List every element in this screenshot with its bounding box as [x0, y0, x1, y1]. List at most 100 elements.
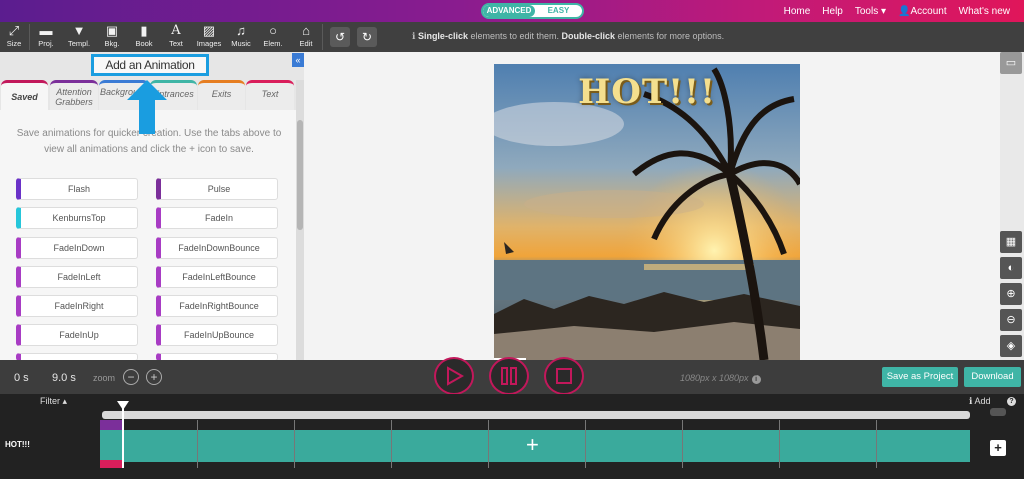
nav-tools[interactable]: Tools ▾: [855, 6, 886, 17]
timeline-tick: [779, 420, 780, 468]
animation-fadeindownbounce[interactable]: FadeInDownBounce: [156, 237, 278, 259]
play-icon: [447, 366, 465, 386]
add-animation-plus-icon[interactable]: +: [526, 433, 539, 457]
animation-pulse[interactable]: Pulse: [156, 178, 278, 200]
tool-elements[interactable]: ○ Elem.: [259, 22, 287, 52]
nav-home[interactable]: Home: [784, 6, 811, 17]
cube-icon: ◈: [1006, 340, 1016, 352]
tool-images[interactable]: ▨ Images: [194, 22, 224, 52]
redo-icon: ↻: [361, 30, 373, 44]
scrollbar-thumb[interactable]: [297, 120, 303, 230]
timeline-tick: [391, 420, 392, 468]
tool-book[interactable]: ▮ Book: [131, 22, 157, 52]
minus-icon: −: [127, 370, 135, 384]
play-button[interactable]: [434, 357, 474, 395]
tool-music[interactable]: ♫ Music: [228, 22, 254, 52]
redo-button[interactable]: ↻: [357, 27, 377, 47]
tab-saved[interactable]: Saved: [1, 80, 48, 110]
tool-text[interactable]: A Text: [163, 22, 189, 52]
tool-size[interactable]: ⤢ Size: [2, 22, 26, 52]
current-time: 0 s: [14, 372, 29, 384]
comment-button[interactable]: ▭: [1000, 52, 1022, 74]
exit-marker[interactable]: [100, 460, 122, 468]
pause-button[interactable]: [489, 357, 529, 395]
nav-account[interactable]: 👤Account: [898, 6, 947, 17]
divider: [322, 24, 323, 50]
scroll-handle[interactable]: [990, 408, 1006, 416]
music-icon: ♫: [236, 23, 246, 38]
animation-fadeinup[interactable]: FadeInUp: [16, 324, 138, 346]
animation-fadeinleftbounce[interactable]: FadeInLeftBounce: [156, 266, 278, 288]
info-icon[interactable]: i: [751, 375, 761, 384]
zoom-in-icon: ⊕: [1006, 288, 1016, 300]
zoom-in-button[interactable]: ⊕: [1000, 283, 1022, 305]
animation-fadeinrightbounce[interactable]: FadeInRightBounce: [156, 295, 278, 317]
timeline-tick: [682, 420, 683, 468]
plus-icon: +: [150, 370, 158, 384]
background-icon: ▣: [105, 23, 119, 38]
canvas-image[interactable]: HOT!!!: [494, 64, 800, 360]
zoom-label: zoom: [93, 373, 116, 383]
grid-icon: ▦: [1005, 236, 1017, 248]
tool-templates[interactable]: ▼ Templ.: [63, 22, 95, 52]
top-bar: ADVANCED EASY Home Help Tools ▾ 👤Account…: [0, 0, 1024, 22]
tool-background[interactable]: ▣ Bkg.: [97, 22, 127, 52]
grid-button[interactable]: ▦: [1000, 231, 1022, 253]
save-as-project-button[interactable]: Save as Project: [882, 367, 958, 387]
entrance-marker[interactable]: [100, 420, 122, 430]
eye-slash-icon: ◐: [1007, 262, 1015, 274]
timeline-tick: [585, 420, 586, 468]
animation-fadein[interactable]: FadeIn: [156, 207, 278, 229]
cube-button[interactable]: ◈: [1000, 335, 1022, 357]
tool-edit[interactable]: ⌂ Edit: [293, 22, 319, 52]
add-layer-label[interactable]: ℹ Add: [969, 396, 990, 407]
editing-hint: ℹ Single-click elements to edit them. Do…: [412, 31, 725, 41]
nav-whats-new[interactable]: What's new: [959, 6, 1010, 17]
panel-scrollbar[interactable]: [296, 80, 304, 360]
tab-text[interactable]: Text: [246, 80, 294, 110]
tab-exits[interactable]: Exits: [198, 80, 245, 110]
zoom-out-icon: ⊖: [1006, 314, 1016, 326]
collapse-panel-button[interactable]: «: [292, 53, 304, 67]
tool-project[interactable]: ▬ Proj.: [33, 22, 59, 52]
user-icon: 👤: [898, 5, 911, 17]
paint-roller-icon: ⌂: [302, 23, 310, 38]
animation-fadeindown[interactable]: FadeInDown: [16, 237, 138, 259]
circle-icon: ○: [269, 23, 277, 38]
filter-toggle[interactable]: Filter ▴: [40, 396, 67, 407]
mode-toggle[interactable]: ADVANCED EASY: [481, 3, 584, 19]
mode-advanced[interactable]: ADVANCED: [483, 5, 535, 17]
add-animation-callout: Add an Animation: [91, 54, 209, 76]
zoom-out-button[interactable]: ⊖: [1000, 309, 1022, 331]
bookmark-icon: ▼: [72, 23, 86, 38]
comment-icon: ▭: [1005, 57, 1017, 69]
layer-name: HOT!!!: [5, 440, 30, 449]
canvas-title-text[interactable]: HOT!!!: [494, 72, 800, 112]
undo-icon: ↺: [334, 30, 346, 44]
tab-attention-grabbers[interactable]: Attention Grabbers: [50, 80, 98, 110]
timeline-tick: [197, 420, 198, 468]
playhead-line: [122, 408, 124, 468]
mode-easy[interactable]: EASY: [535, 5, 582, 17]
timeline-tick: [876, 420, 877, 468]
undo-button[interactable]: ↺: [330, 27, 350, 47]
animation-flash[interactable]: Flash: [16, 178, 138, 200]
info-icon: ℹ: [412, 31, 416, 41]
timeline-tick: [294, 420, 295, 468]
nav-help[interactable]: Help: [822, 6, 843, 17]
zoom-in-timeline-button[interactable]: +: [146, 369, 162, 385]
help-icon[interactable]: ?: [1007, 397, 1016, 406]
animation-fadeinright[interactable]: FadeInRight: [16, 295, 138, 317]
timeline-scrubber[interactable]: [102, 411, 970, 419]
zoom-out-timeline-button[interactable]: −: [123, 369, 139, 385]
stop-button[interactable]: [544, 357, 584, 395]
stop-icon: [556, 368, 572, 384]
download-button[interactable]: Download: [964, 367, 1021, 387]
animation-fadeinleft[interactable]: FadeInLeft: [16, 266, 138, 288]
animation-fadeinupbounce[interactable]: FadeInUpBounce: [156, 324, 278, 346]
visibility-button[interactable]: ◐: [1000, 257, 1022, 279]
pause-icon: [501, 367, 517, 385]
add-layer-button[interactable]: +: [990, 440, 1006, 456]
blue-arrow-up-icon: [127, 80, 167, 134]
animation-kenburnstop[interactable]: KenburnsTop: [16, 207, 138, 229]
